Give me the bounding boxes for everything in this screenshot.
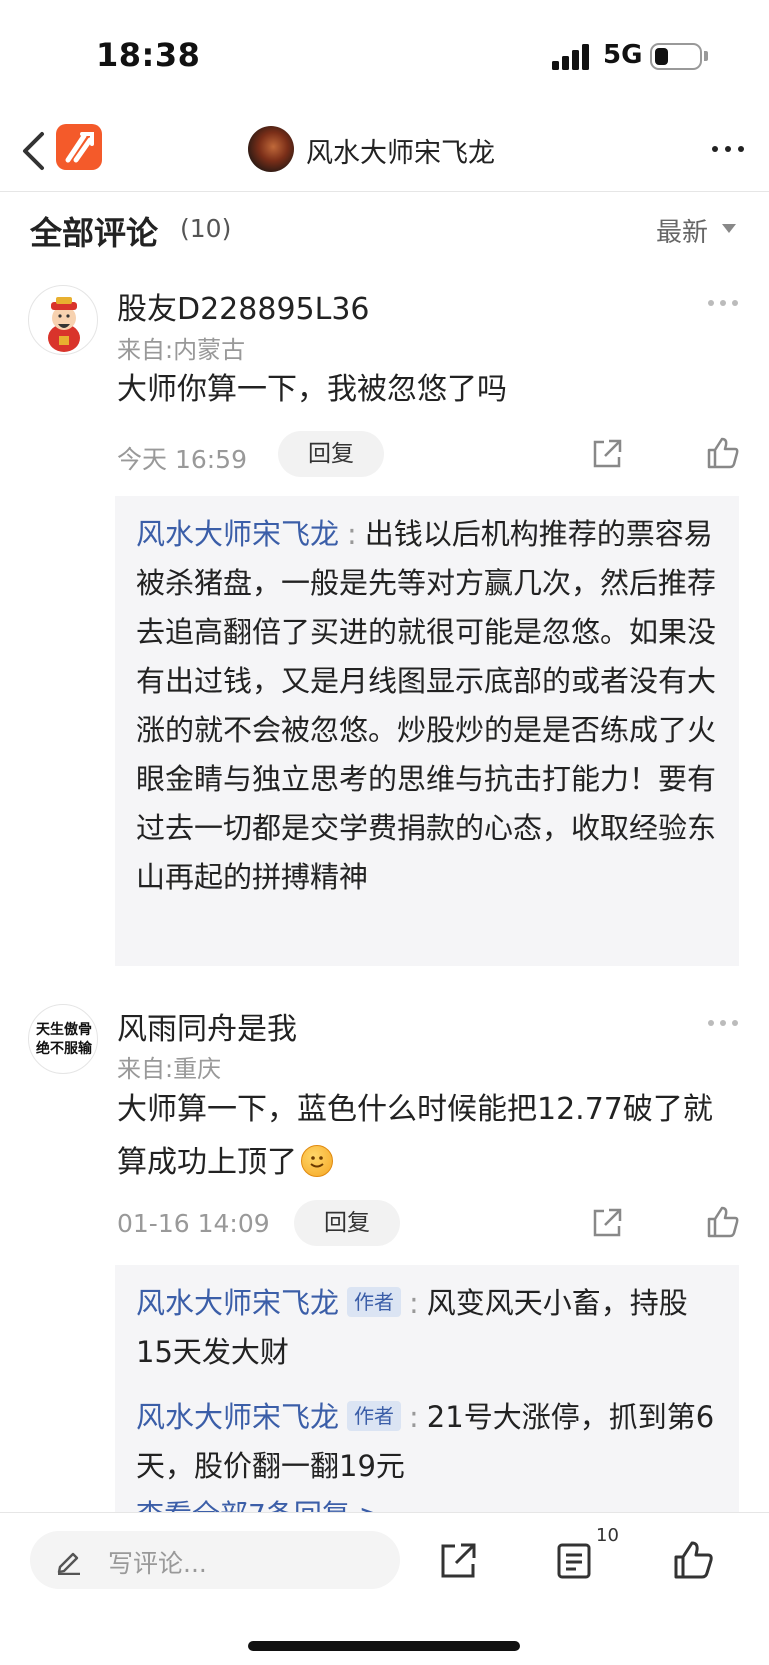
smile-emoji-icon [301,1145,333,1177]
sort-dropdown[interactable]: 最新 [656,212,708,249]
caret-down-icon[interactable] [722,224,736,233]
bottom-bar: 写评论... 10 [0,1512,769,1665]
comments-count: (10) [180,214,232,243]
comments-header: 全部评论 (10) 最新 [0,192,769,264]
comment-username[interactable]: 股友D228895L36 [117,284,370,328]
comments-title: 全部评论 [30,214,159,252]
comment-text: 大师你算一下，我被忽悠了吗 [117,372,507,407]
comment-input-placeholder: 写评论... [108,1549,207,1578]
signal-icon [552,44,592,70]
reply-colon: : [347,517,357,551]
comment-input[interactable]: 写评论... [30,1531,400,1589]
share-icon[interactable] [438,1541,478,1581]
home-indicator[interactable] [248,1641,520,1651]
comment-text: 大师算一下，蓝色什么时候能把12.77破了就算成功上顶了 [117,1083,737,1189]
battery-cap [704,51,708,61]
comment-location: 来自:内蒙古 [117,336,246,364]
comment-more-icon[interactable] [708,1018,740,1028]
reply-button[interactable]: 回复 [278,431,384,477]
author-badge: 作者 [347,1287,402,1317]
author-avatar[interactable] [248,126,294,172]
avatar[interactable] [28,285,98,355]
network-type: 5G [603,40,643,70]
status-bar: 18:38 5G [0,0,769,110]
thumbs-up-icon[interactable] [706,436,740,470]
comment-time: 01-16 14:09 [117,1209,270,1238]
avatar[interactable]: 天生傲骨 绝不服输 [28,1004,98,1074]
comment-count-badge: 10 [596,1525,619,1546]
page-title[interactable]: 风水大师宋飞龙 [306,131,495,170]
comment-username[interactable]: 风雨同舟是我 [117,1004,297,1048]
app-logo-icon[interactable] [56,124,102,170]
avatar-text: 天生傲骨 绝不服输 [31,1021,97,1059]
comments-list-icon[interactable] [554,1541,594,1581]
battery-icon [650,43,702,70]
thumbs-up-icon[interactable] [706,1205,740,1239]
reply-thread: 风水大师宋飞龙 作者: 风变风天小畜，持股15天发大财 风水大师宋飞龙 作者:21号大… [115,1265,739,1515]
author-badge: 作者 [347,1401,402,1431]
thumbs-up-icon[interactable] [672,1539,714,1581]
chevron-left-icon[interactable] [16,128,56,174]
reply-author[interactable]: 风水大师宋飞龙 [136,517,339,551]
reply-thread: 风水大师宋飞龙: 出钱以后机构推荐的票容易被杀猪盘，一般是先等对方赢几次，然后推荐… [115,496,739,966]
pen-icon [54,1545,84,1576]
nav-bar: 风水大师宋飞龙 [0,110,769,192]
reply-colon: : [409,1400,419,1434]
more-icon[interactable] [708,134,748,164]
comment-more-icon[interactable] [708,298,740,308]
avatar-text-line-1: 天生傲骨 [36,1022,92,1038]
reply-button[interactable]: 回复 [294,1200,400,1246]
reply-author[interactable]: 风水大师宋飞龙 [136,1286,339,1320]
reply-text: 出钱以后机构推荐的票容易被杀猪盘，一般是先等对方赢几次，然后推荐去追高翻倍了买进… [136,517,717,894]
comment-location: 来自:重庆 [117,1055,222,1083]
comment-time: 今天 16:59 [117,445,247,474]
reply-item[interactable]: 风水大师宋飞龙: 出钱以后机构推荐的票容易被杀猪盘，一般是先等对方赢几次，然后推荐… [136,510,721,902]
status-time: 18:38 [96,36,201,74]
avatar-text-line-2: 绝不服输 [36,1041,92,1057]
comment-text-content: 大师算一下，蓝色什么时候能把12.77破了就算成功上顶了 [117,1092,713,1180]
share-icon[interactable] [590,437,624,471]
reply-author[interactable]: 风水大师宋飞龙 [136,1400,339,1434]
reply-item[interactable]: 风水大师宋飞龙 作者:21号大涨停，抓到第6天，股价翻一翻19元 [136,1393,721,1491]
share-icon[interactable] [590,1206,624,1240]
reply-item[interactable]: 风水大师宋飞龙 作者: 风变风天小畜，持股15天发大财 [136,1279,721,1377]
reply-colon: : [409,1286,419,1320]
